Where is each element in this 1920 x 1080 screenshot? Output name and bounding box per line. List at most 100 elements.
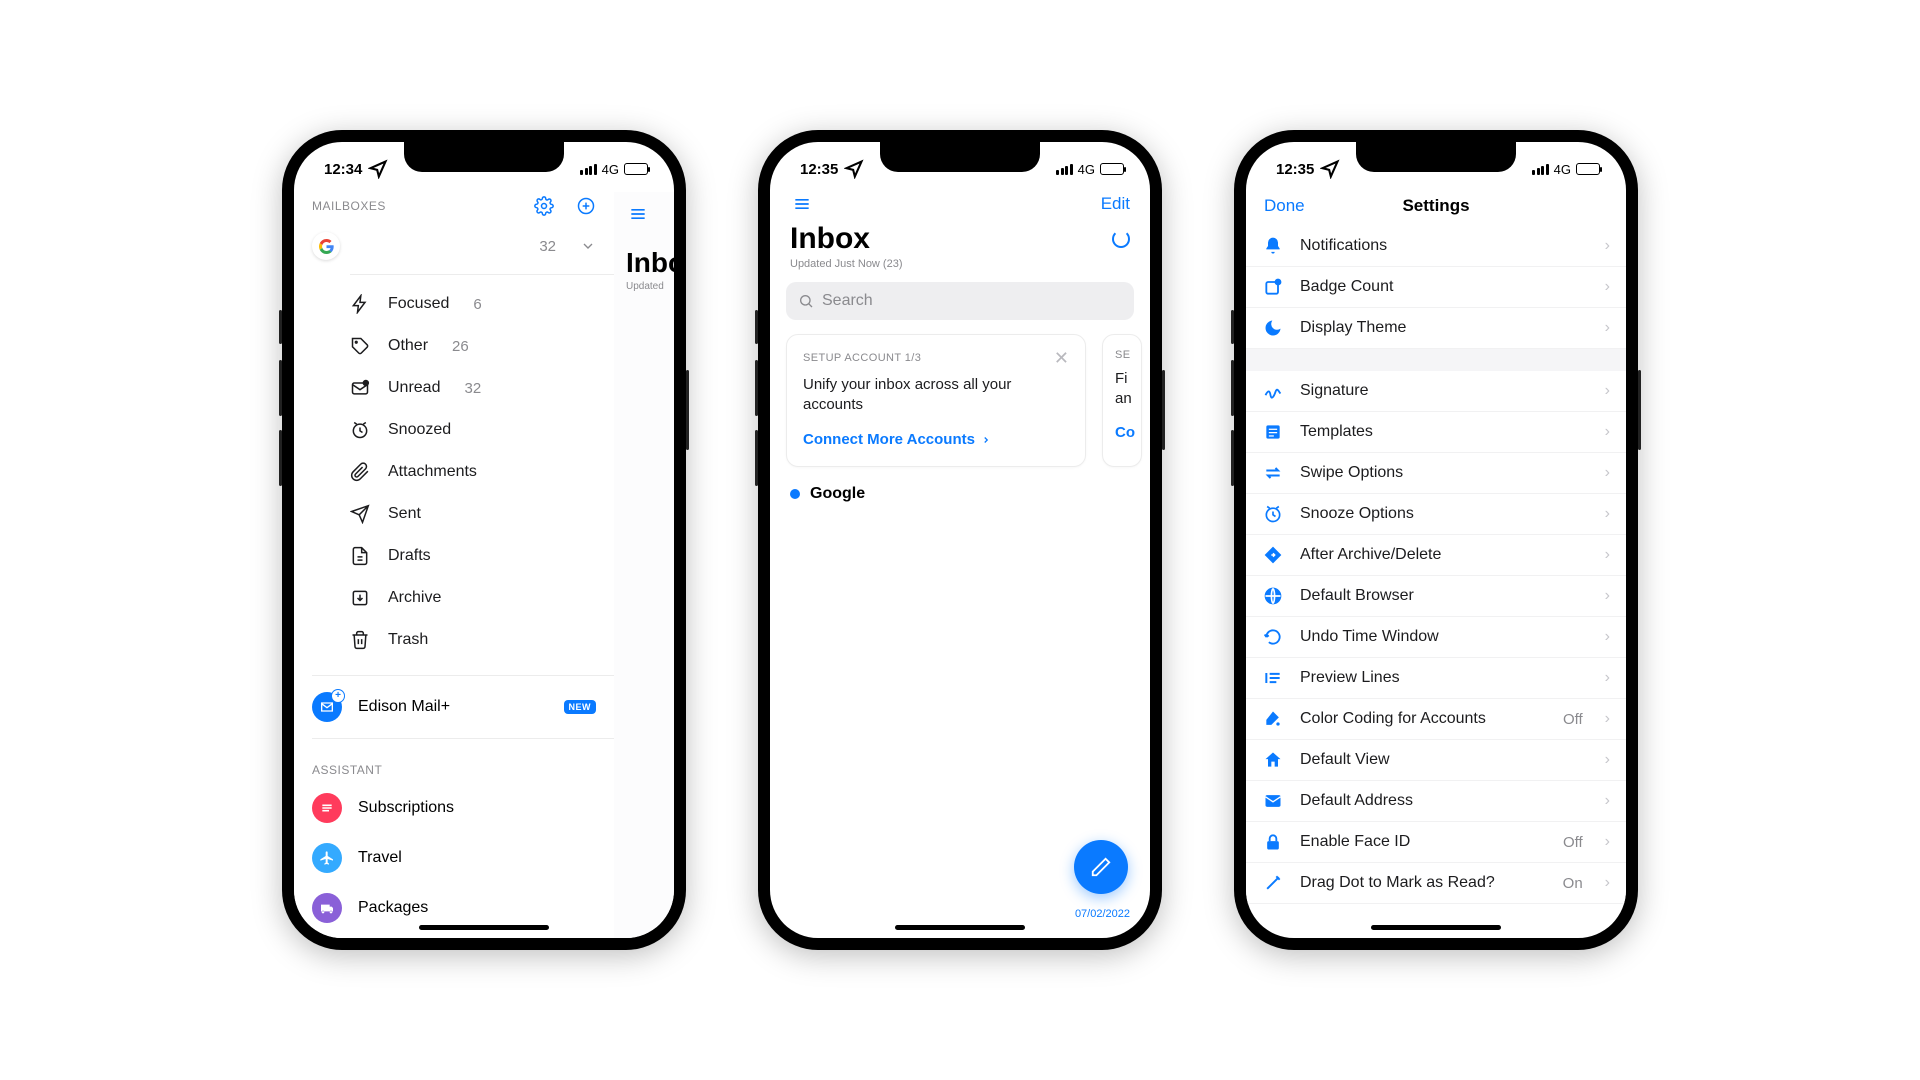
- section-divider: [1246, 349, 1626, 371]
- sidebar-item-archive[interactable]: Archive: [350, 577, 614, 619]
- settings-badge-count[interactable]: Badge Count›: [1246, 267, 1626, 308]
- settings-signature[interactable]: Signature›: [1246, 371, 1626, 412]
- badge-icon: [1262, 277, 1284, 297]
- undo-icon: [1262, 627, 1284, 647]
- network-label: 4G: [1078, 162, 1095, 177]
- phone-frame-2: 12:35 4G Edit Inbox Updated Just Now (23…: [758, 130, 1162, 950]
- phone-frame-1: 12:34 4G MAILBOXES 32: [282, 130, 686, 950]
- compose-button[interactable]: [1074, 840, 1128, 894]
- setup-card-next[interactable]: SE Fian Co: [1102, 334, 1142, 467]
- settings-undo-time[interactable]: Undo Time Window›: [1246, 617, 1626, 658]
- chevron-right-icon: ›: [1605, 628, 1610, 646]
- sidebar-item-unread[interactable]: Unread32: [350, 367, 614, 409]
- settings-default-view[interactable]: Default View›: [1246, 740, 1626, 781]
- settings-snooze-options[interactable]: Snooze Options›: [1246, 494, 1626, 535]
- sidebar-item-trash[interactable]: Trash: [350, 619, 614, 661]
- account-row[interactable]: 32: [294, 226, 614, 274]
- sidebar-item-attachments[interactable]: Attachments: [350, 451, 614, 493]
- setup-card[interactable]: SETUP ACCOUNT 1/3 ✕ Unify your inbox acr…: [786, 334, 1086, 467]
- settings-color-coding[interactable]: Color Coding for AccountsOff›: [1246, 699, 1626, 740]
- location-icon: [844, 159, 864, 179]
- updated-subtitle: Updated Just Now (23): [790, 258, 1130, 270]
- bolt-icon: [350, 294, 370, 314]
- assistant-subscriptions[interactable]: Subscriptions: [294, 783, 614, 833]
- chevron-right-icon: ›: [1605, 874, 1610, 892]
- location-icon: [1320, 159, 1340, 179]
- settings-face-id[interactable]: Enable Face IDOff›: [1246, 822, 1626, 863]
- settings-display-theme[interactable]: Display Theme›: [1246, 308, 1626, 349]
- sidebar-item-drafts[interactable]: Drafts: [350, 535, 614, 577]
- assistant-heading: ASSISTANT: [294, 753, 614, 783]
- sidebar-item-sent[interactable]: Sent: [350, 493, 614, 535]
- add-icon[interactable]: [576, 196, 596, 216]
- location-icon: [368, 159, 388, 179]
- gear-icon[interactable]: [534, 196, 554, 216]
- chevron-down-icon[interactable]: [580, 236, 596, 256]
- search-placeholder: Search: [822, 292, 873, 310]
- network-label: 4G: [602, 162, 619, 177]
- connect-accounts-button[interactable]: Connect More Accounts: [803, 430, 1069, 450]
- setup-step-label: SETUP ACCOUNT 1/3: [803, 352, 921, 364]
- signature-icon: [1262, 381, 1284, 401]
- archive-icon: [350, 588, 370, 608]
- mail-plus-icon: [312, 692, 342, 722]
- chevron-right-icon: ›: [1605, 319, 1610, 337]
- battery-icon: [624, 163, 648, 175]
- settings-templates[interactable]: Templates›: [1246, 412, 1626, 453]
- chevron-right-icon: ›: [1605, 237, 1610, 255]
- signal-icon: [1056, 164, 1073, 175]
- status-time: 12:35: [800, 161, 838, 178]
- paint-icon: [1262, 709, 1284, 729]
- assistant-travel[interactable]: Travel: [294, 833, 614, 883]
- settings-preview-lines[interactable]: Preview Lines›: [1246, 658, 1626, 699]
- signal-icon: [1532, 164, 1549, 175]
- diamond-icon: [1262, 545, 1284, 565]
- loading-spinner-icon: [1112, 230, 1130, 248]
- envelope-icon: [1262, 791, 1284, 811]
- lines-icon: [1262, 668, 1284, 688]
- sidebar-item-focused[interactable]: Focused6: [350, 283, 614, 325]
- packages-icon: [312, 893, 342, 923]
- done-button[interactable]: Done: [1264, 196, 1305, 216]
- settings-swipe-options[interactable]: Swipe Options›: [1246, 453, 1626, 494]
- trash-icon: [350, 630, 370, 650]
- paperplane-icon: [350, 504, 370, 524]
- account-section[interactable]: Google: [770, 467, 1150, 521]
- subscriptions-icon: [312, 793, 342, 823]
- google-account-icon: [312, 232, 340, 260]
- chevron-right-icon: ›: [1605, 546, 1610, 564]
- close-icon[interactable]: ✕: [1054, 349, 1069, 367]
- home-indicator[interactable]: [419, 925, 549, 930]
- hamburger-icon[interactable]: [790, 194, 814, 214]
- chevron-right-icon: [981, 430, 991, 450]
- hamburger-icon[interactable]: [626, 204, 650, 224]
- home-indicator[interactable]: [1371, 925, 1501, 930]
- mailboxes-heading: MAILBOXES: [312, 199, 386, 213]
- chevron-right-icon: ›: [1605, 423, 1610, 441]
- unread-icon: [350, 378, 370, 398]
- alarm-icon: [1262, 504, 1284, 524]
- battery-icon: [1576, 163, 1600, 175]
- chevron-right-icon: ›: [1605, 505, 1610, 523]
- network-label: 4G: [1554, 162, 1571, 177]
- clock-icon: [350, 420, 370, 440]
- settings-drag-dot[interactable]: Drag Dot to Mark as Read?On›: [1246, 863, 1626, 904]
- sidebar-item-snoozed[interactable]: Snoozed: [350, 409, 614, 451]
- search-input[interactable]: Search: [786, 282, 1134, 320]
- globe-icon: [1262, 586, 1284, 606]
- edison-mail-plus-row[interactable]: Edison Mail+ NEW: [312, 675, 614, 739]
- status-time: 12:34: [324, 161, 362, 178]
- new-badge: NEW: [564, 700, 597, 714]
- settings-default-address[interactable]: Default Address›: [1246, 781, 1626, 822]
- settings-notifications[interactable]: Notifications›: [1246, 226, 1626, 267]
- sidebar-item-other[interactable]: Other26: [350, 325, 614, 367]
- document-icon: [350, 546, 370, 566]
- signal-icon: [580, 164, 597, 175]
- home-indicator[interactable]: [895, 925, 1025, 930]
- unread-dot-icon: [790, 489, 800, 499]
- settings-default-browser[interactable]: Default Browser›: [1246, 576, 1626, 617]
- battery-icon: [1100, 163, 1124, 175]
- edit-button[interactable]: Edit: [1101, 194, 1130, 214]
- settings-after-archive[interactable]: After Archive/Delete›: [1246, 535, 1626, 576]
- search-icon: [798, 291, 814, 311]
